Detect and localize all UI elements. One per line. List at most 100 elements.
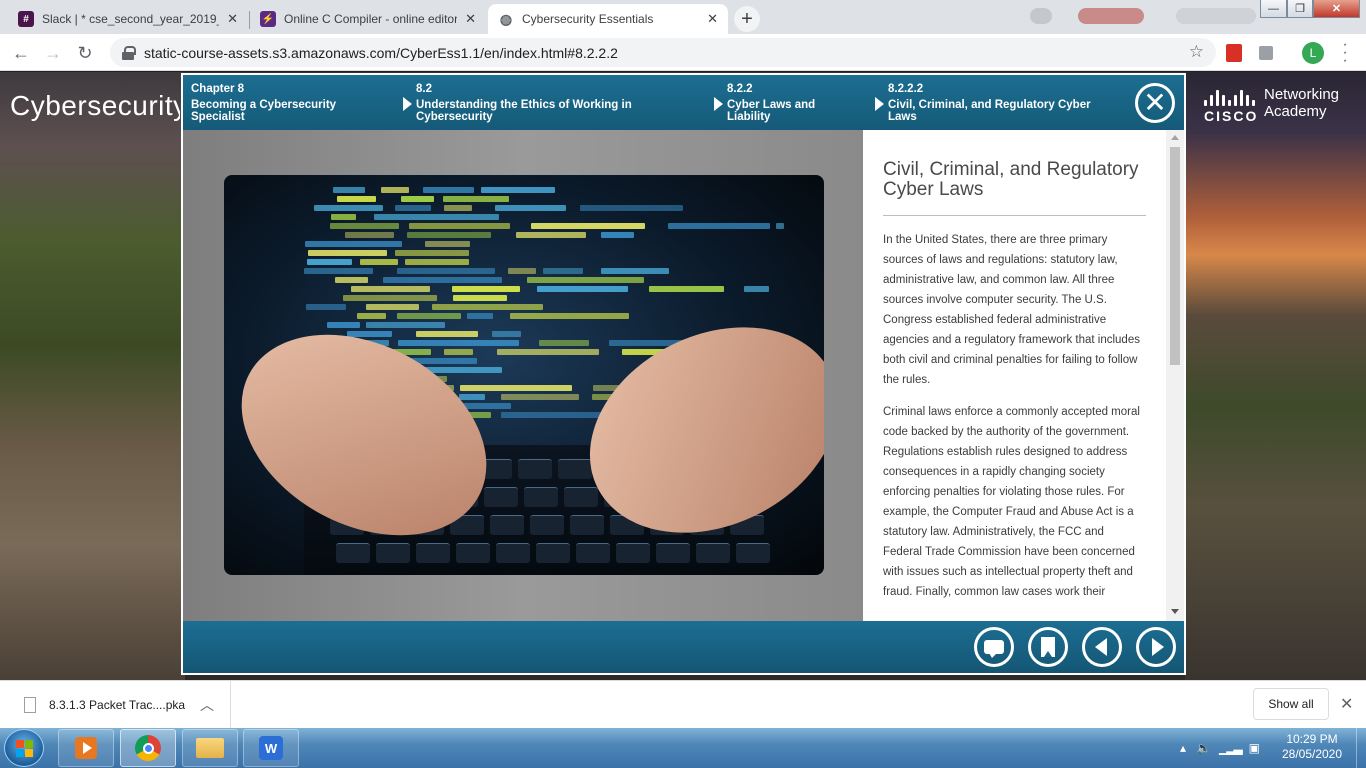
code-text-graphic (537, 286, 628, 292)
code-text-graphic (481, 187, 555, 193)
code-text-graphic (331, 214, 356, 220)
tab-slack[interactable]: # Slack | * cse_second_year_2019_2 ✕ (8, 4, 248, 34)
maximize-button[interactable]: ❐ (1287, 0, 1313, 18)
window-close-button[interactable]: ✕ (1313, 0, 1360, 18)
reload-icon[interactable]: ↻ (72, 40, 98, 66)
code-text-graphic (531, 223, 645, 229)
back-icon[interactable]: ← (8, 40, 34, 66)
code-text-graphic (374, 214, 499, 220)
code-text-graphic (444, 205, 472, 211)
url-text: static-course-assets.s3.amazonaws.com/Cy… (144, 44, 618, 61)
next-button[interactable] (1136, 627, 1176, 667)
content-scrollbar[interactable] (1166, 130, 1184, 621)
media-player-icon[interactable] (58, 729, 114, 767)
code-text-graphic (395, 250, 469, 256)
breadcrumb-topic[interactable]: 8.2.2.2 Civil, Criminal, and Regulatory … (888, 83, 1113, 123)
content-title: Civil, Criminal, and Regulatory Cyber La… (883, 159, 1139, 200)
code-text-graphic (497, 349, 599, 355)
code-text-graphic (539, 340, 589, 346)
comment-button[interactable] (974, 627, 1014, 667)
previous-icon (1094, 638, 1107, 656)
breadcrumb-number: 8.2.2 (727, 83, 753, 95)
tab-cybersecurity-essentials[interactable]: ◍ Cybersecurity Essentials ✕ (488, 4, 728, 34)
tray-expand-icon[interactable]: ▴ (1180, 741, 1186, 755)
address-bar[interactable]: static-course-assets.s3.amazonaws.com/Cy… (110, 38, 1216, 67)
code-text-graphic (335, 277, 368, 283)
code-text-graphic (314, 205, 383, 211)
modal-close-button[interactable]: ✕ (1135, 83, 1175, 123)
code-text-graphic (425, 241, 470, 247)
code-text-graphic (508, 268, 536, 274)
breadcrumb-label: Cyber Laws and Liability (727, 99, 816, 123)
chrome-icon[interactable] (120, 729, 176, 767)
keyboard-key-graphic (530, 515, 564, 535)
keyboard-key-graphic (616, 543, 650, 563)
breadcrumb-subsection[interactable]: 8.2.2 Cyber Laws and Liability (727, 83, 857, 123)
breadcrumb-label: Understanding the Ethics of Working in C… (416, 99, 632, 123)
wps-writer-icon[interactable]: W (243, 729, 299, 767)
pdf-extension-icon[interactable] (1226, 44, 1242, 62)
code-text-graphic (416, 331, 478, 337)
scroll-down-arrow-icon[interactable] (1171, 609, 1179, 614)
forward-icon[interactable]: → (40, 40, 66, 66)
scrollbar-thumb[interactable] (1170, 147, 1180, 365)
previous-button[interactable] (1082, 627, 1122, 667)
minimize-button[interactable]: — (1260, 0, 1287, 18)
breadcrumb-number: 8.2.2.2 (888, 83, 924, 95)
browser-toolbar: ← → ↻ static-course-assets.s3.amazonaws.… (0, 34, 1366, 71)
close-shelf-icon[interactable]: ✕ (1340, 694, 1353, 714)
code-text-graphic (307, 259, 352, 265)
keyboard-key-graphic (336, 543, 370, 563)
page-title: Cybersecurity (10, 90, 180, 121)
tab-close-icon[interactable]: ✕ (707, 11, 718, 27)
code-text-graphic (395, 205, 431, 211)
code-text-graphic (459, 394, 485, 400)
code-text-graphic (492, 331, 521, 337)
bolt-icon: ⚡ (260, 11, 276, 27)
code-text-graphic (601, 232, 634, 238)
code-text-graphic (453, 295, 507, 301)
screen: # Slack | * cse_second_year_2019_2 ✕ ⚡ O… (0, 0, 1366, 768)
profile-avatar[interactable]: L (1302, 42, 1324, 64)
new-tab-button[interactable]: + (734, 6, 760, 32)
keyboard-key-graphic (656, 543, 690, 563)
volume-icon[interactable]: 🔈 (1196, 741, 1211, 755)
breadcrumb-section[interactable]: 8.2 Understanding the Ethics of Working … (416, 83, 676, 123)
scroll-up-arrow-icon[interactable] (1171, 135, 1179, 140)
code-text-graphic (776, 223, 784, 229)
tab-online-c-compiler[interactable]: ⚡ Online C Compiler - online editor ✕ (250, 4, 486, 34)
academy-line-1: Networking (1264, 86, 1340, 103)
chrome-menu-icon[interactable]: · · · (1340, 37, 1350, 69)
network-signal-icon[interactable]: ▁▂▃ (1219, 741, 1243, 755)
keyboard-key-graphic (570, 515, 604, 535)
extension-icon[interactable] (1259, 46, 1273, 60)
show-all-button[interactable]: Show all (1253, 688, 1329, 720)
bookmark-star-icon[interactable]: ☆ (1189, 42, 1204, 62)
modal-footer (183, 621, 1184, 673)
code-text-graphic (401, 196, 434, 202)
code-text-graphic (327, 322, 360, 328)
show-desktop-button[interactable] (1356, 728, 1366, 768)
code-text-graphic (423, 187, 474, 193)
breadcrumb-chapter[interactable]: Chapter 8 Becoming a Cybersecurity Speci… (191, 83, 391, 123)
bookmark-button[interactable] (1028, 627, 1068, 667)
code-text-graphic (337, 196, 376, 202)
chevron-up-icon[interactable]: ︿ (200, 695, 214, 715)
breadcrumb-arrow-icon (875, 97, 884, 111)
code-text-graphic (308, 250, 387, 256)
download-shelf: 8.3.1.3 Packet Trac....pka ︿ Show all ✕ (0, 680, 1366, 729)
hacker-keyboard-image (224, 175, 824, 575)
file-explorer-icon[interactable] (182, 729, 238, 767)
windows-logo-icon (16, 740, 34, 758)
start-button[interactable] (4, 729, 44, 767)
tab-close-icon[interactable]: ✕ (465, 11, 476, 27)
keyboard-key-graphic (696, 543, 730, 563)
cisco-networking-academy-logo: CISCO Networking Academy (1200, 86, 1360, 126)
action-center-icon[interactable]: ▣ (1249, 741, 1260, 755)
system-clock[interactable]: 10:29 PM 28/05/2020 (1272, 732, 1352, 762)
code-text-graphic (305, 241, 402, 247)
tab-close-icon[interactable]: ✕ (227, 11, 238, 27)
keyboard-key-graphic (558, 459, 592, 479)
download-item[interactable]: 8.3.1.3 Packet Trac....pka ︿ (0, 681, 231, 729)
code-text-graphic (351, 286, 430, 292)
